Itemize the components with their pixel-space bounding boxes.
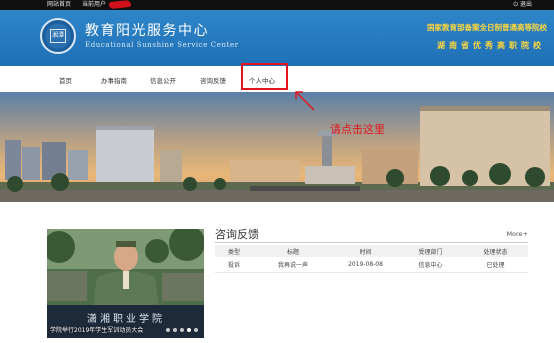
annotation-arrow-icon	[295, 91, 315, 111]
news-photo-slider[interactable]: 潇湘职业学院 学院举行2019年学生军训动员大会	[47, 229, 204, 338]
photo-sign-text: 潇湘职业学院	[87, 312, 165, 325]
column-header-title: 标题	[253, 245, 333, 257]
slider-dot[interactable]	[180, 328, 184, 332]
slider-dot[interactable]	[166, 328, 170, 332]
site-home-link[interactable]: 网站首页	[47, 0, 71, 10]
nav-item-info[interactable]: 信息公开	[150, 75, 176, 85]
current-user-label: 当前用户	[82, 1, 107, 8]
cell-type: 投诉	[215, 257, 253, 273]
cell-title[interactable]: 我再说一声	[253, 257, 333, 273]
top-bar: 网站首页 当前用户 ⏻ 退出	[0, 0, 554, 10]
site-subtitle: Educational Sunshine Service Center	[85, 41, 239, 49]
site-title: 教育阳光服务中心	[85, 23, 209, 39]
table-header-row: 类型 标题 时间 受理部门 处理状态	[215, 245, 528, 257]
redacted-username	[108, 0, 132, 10]
panel-title: 咨询反馈	[215, 228, 259, 241]
column-header-status: 处理状态	[463, 245, 528, 257]
table-row[interactable]: 投诉 我再说一声 2019-08-08 信息中心 已处理	[215, 257, 528, 273]
cell-time: 2019-08-08	[333, 257, 398, 273]
slider-dots	[166, 328, 198, 332]
feedback-table: 类型 标题 时间 受理部门 处理状态 投诉 我再说一声 2019-08-08 信…	[215, 245, 528, 273]
logout-link[interactable]: ⏻ 退出	[513, 0, 532, 10]
cell-status: 已处理	[463, 257, 528, 273]
school-emblem-icon: 湘潭	[40, 18, 76, 54]
photo-caption: 学院举行2019年学生军训动员大会	[50, 327, 144, 334]
news-photo: 潇湘职业学院	[47, 229, 204, 338]
column-header-department: 受理部门	[398, 245, 463, 257]
slider-dot[interactable]	[194, 328, 198, 332]
nav-item-feedback[interactable]: 咨询反馈	[200, 75, 226, 85]
emblem-text: 湘潭	[50, 29, 66, 43]
site-header: 湘潭 教育阳光服务中心 Educational Sunshine Service…	[0, 10, 554, 66]
header-slogan-secondary: 湖南省优秀高职院校	[437, 41, 545, 50]
slider-dot[interactable]	[187, 328, 191, 332]
click-hint-text: 请点击这里	[330, 123, 385, 136]
cell-department: 信息中心	[398, 257, 463, 273]
slider-dot[interactable]	[173, 328, 177, 332]
nav-item-guide[interactable]: 办事指南	[101, 75, 127, 85]
panel-divider	[215, 242, 528, 243]
power-icon: ⏻	[513, 1, 519, 8]
column-header-time: 时间	[333, 245, 398, 257]
nav-item-home[interactable]: 首页	[59, 75, 72, 85]
more-link[interactable]: More+	[506, 230, 528, 238]
column-header-type: 类型	[215, 245, 253, 257]
campus-banner-image	[0, 92, 554, 202]
campus-banner	[0, 92, 554, 202]
header-slogan-primary: 国家教育部备案全日制普通高等院校	[427, 23, 547, 32]
logout-label: 退出	[519, 1, 532, 8]
highlight-box	[241, 63, 288, 90]
